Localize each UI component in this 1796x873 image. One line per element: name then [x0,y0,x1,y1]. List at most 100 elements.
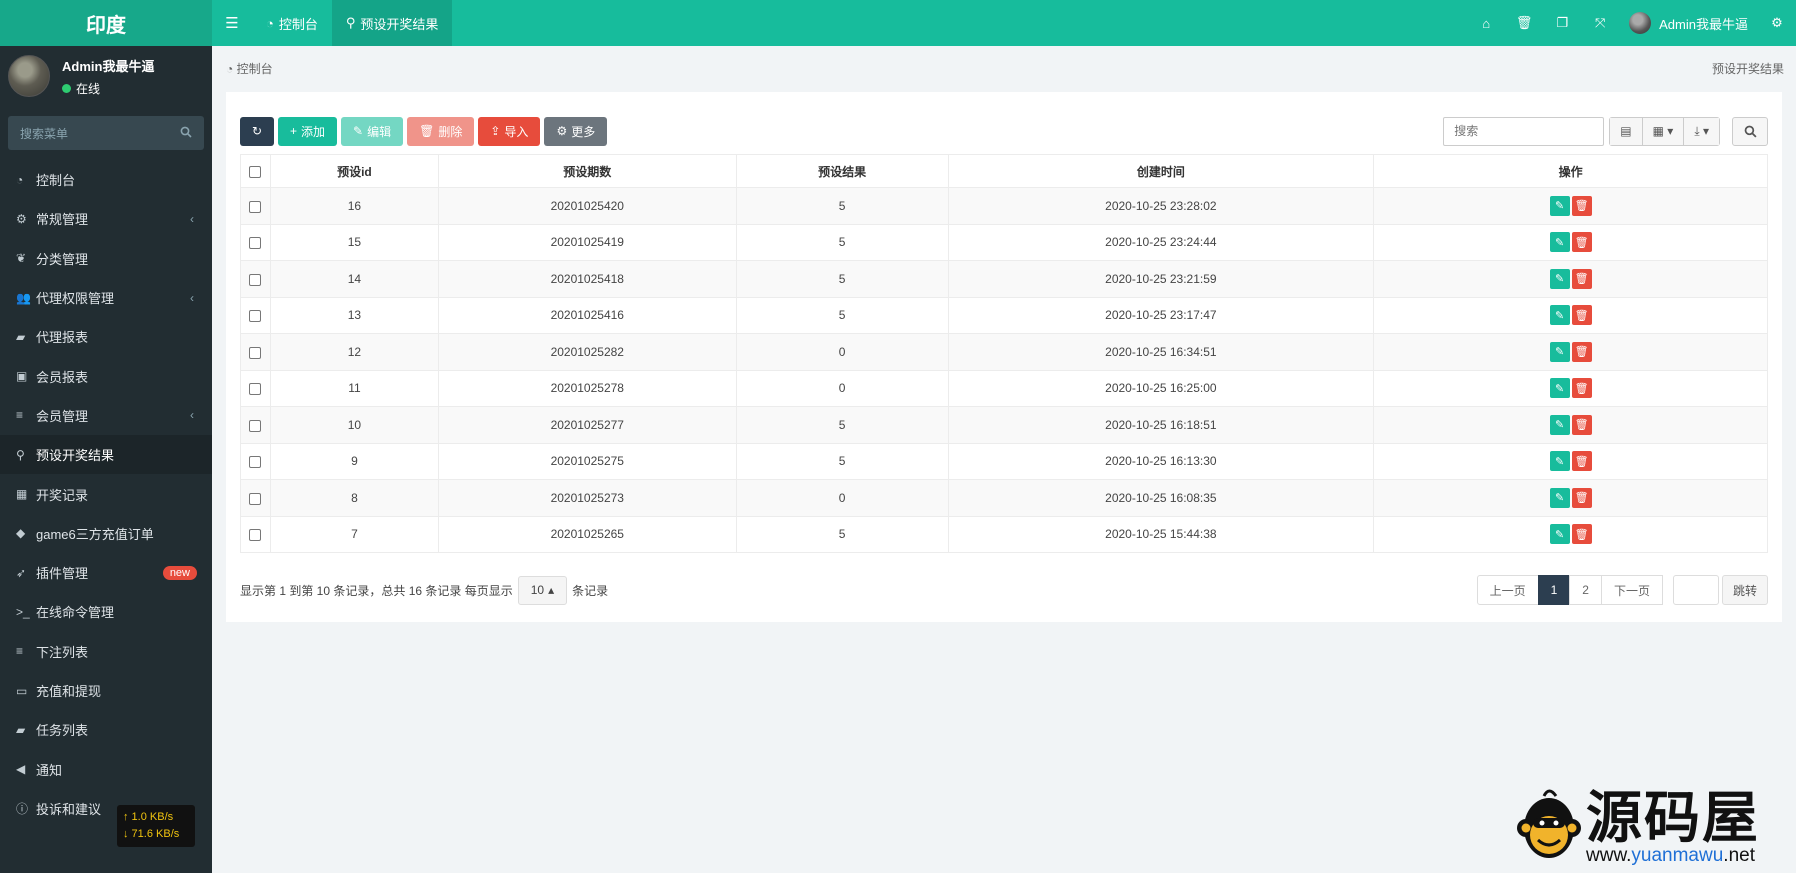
next-page-button[interactable]: 下一页 [1600,575,1663,605]
table-cell: 15 [269,223,439,261]
row-delete-button[interactable]: 🗑 [1571,378,1592,399]
settings-icon[interactable]: ⚙ [1758,15,1796,31]
sidebar-item-3[interactable]: 👥 代理权限管理 ‹ [0,278,212,317]
row-edit-button[interactable]: ✎ [1549,305,1570,326]
trash-icon[interactable]: 🗑 [1505,15,1543,31]
jump-button[interactable]: 跳转 [1721,575,1768,605]
tab-preset-results[interactable]: ⚲ 预设开奖结果 [331,0,453,46]
sidebar-item-7[interactable]: ⚲ 预设开奖结果 [0,435,212,475]
row-checkbox[interactable] [249,273,262,286]
row-delete-button[interactable]: 🗑 [1571,524,1592,545]
refresh-button[interactable]: ↻ [240,116,274,146]
sidebar-item-2[interactable]: ❦ 分类管理 [0,239,212,278]
monkey-logo-icon [1517,789,1581,858]
row-edit-button[interactable]: ✎ [1549,451,1570,472]
row-actions: ✎ 🗑 [1373,296,1768,334]
table-row: 16 20201025420 5 2020-10-25 23:28:02 ✎ 🗑 [240,187,1768,225]
sidebar-item-4[interactable]: ▰ 代理报表 [0,317,212,356]
edit-button[interactable]: ✎ 编辑 [341,116,404,146]
chevron-left-icon: ‹ [190,290,194,305]
row-delete-button[interactable]: 🗑 [1571,341,1592,362]
row-edit-button[interactable]: ✎ [1549,232,1570,253]
card-view-icon[interactable]: ▤ [1610,117,1643,145]
sidebar-item-13[interactable]: ▭ 充值和提现 [0,671,212,710]
docs-icon[interactable]: ❐ [1543,15,1581,31]
row-checkbox[interactable] [249,346,262,359]
chevron-left-icon: ‹ [190,211,194,226]
export-icon[interactable]: ⤓ ▾ [1684,117,1719,145]
row-checkbox[interactable] [249,237,262,250]
row-edit-button[interactable]: ✎ [1549,524,1570,545]
row-edit-button[interactable]: ✎ [1549,378,1570,399]
table-cell: 7 [269,515,439,553]
add-button[interactable]: + 添加 [278,116,338,146]
row-checkbox[interactable] [249,419,262,432]
sidebar-item-label: 投诉和建议 [36,801,102,817]
table-panel: ↻ +添加 ✎编辑 🗑删除 ⇪导入 ⚙更多 ▤ ▦ ▾ ⤓ ▾ [226,92,1782,622]
columns-icon[interactable]: ▦ ▾ [1642,117,1685,145]
menu-toggle-icon[interactable]: ☰ [212,14,252,32]
sidebar-item-6[interactable]: ≡ 会员管理 ‹ [0,396,212,435]
logo[interactable]: 印度 [0,0,212,46]
search-icon[interactable] [180,126,192,141]
row-delete-button[interactable]: 🗑 [1571,487,1592,508]
column-header[interactable]: 预设期数 [437,154,737,188]
row-checkbox[interactable] [249,492,262,505]
row-edit-button[interactable]: ✎ [1549,268,1570,289]
column-header[interactable]: 预设id [269,154,439,188]
row-checkbox[interactable] [249,383,262,396]
sidebar-item-14[interactable]: ▰ 任务列表 [0,710,212,749]
sidebar-item-12[interactable]: ≡ 下注列表 [0,632,212,671]
sidebar-item-11[interactable]: >_ 在线命令管理 [0,592,212,631]
menu-search-input[interactable]: 搜索菜单 [8,116,204,150]
table-cell: 20201025275 [437,442,737,480]
sidebar-item-8[interactable]: ▦ 开奖记录 [0,474,212,513]
advanced-search-button[interactable] [1732,116,1768,146]
watermark-title: 源码屋 [1586,786,1760,849]
jump-page-input[interactable] [1672,575,1719,605]
import-button[interactable]: ⇪ 导入 [478,116,541,146]
sidebar-item-label: 任务列表 [36,723,89,739]
row-checkbox[interactable] [249,456,262,469]
page-size-select[interactable]: 10 ▴ [517,575,568,605]
row-delete-button[interactable]: 🗑 [1571,414,1592,435]
row-edit-button[interactable]: ✎ [1549,195,1570,216]
sidebar-item-5[interactable]: ▣ 会员报表 [0,356,212,395]
row-edit-button[interactable]: ✎ [1549,487,1570,508]
row-delete-button[interactable]: 🗑 [1571,195,1592,216]
column-header[interactable]: 创建时间 [947,154,1375,188]
page-2-button[interactable]: 2 [1569,575,1602,605]
table-row: 11 20201025278 0 2020-10-25 16:25:00 ✎ 🗑 [240,369,1768,407]
delete-button[interactable]: 🗑 删除 [407,116,475,146]
top-user-menu[interactable]: Admin我最牛逼 [1619,12,1758,34]
row-checkbox[interactable] [249,200,262,213]
table-search-input[interactable] [1443,116,1605,146]
fullscreen-icon[interactable]: ⤧ [1581,15,1619,31]
row-delete-button[interactable]: 🗑 [1571,305,1592,326]
row-checkbox[interactable] [249,310,262,323]
row-actions: ✎ 🗑 [1373,223,1768,261]
sidebar-item-0[interactable]: ◔ 控制台 [0,160,212,199]
row-delete-button[interactable]: 🗑 [1571,232,1592,253]
row-edit-button[interactable]: ✎ [1549,414,1570,435]
table-cell: 5 [735,515,949,553]
sidebar-item-9[interactable]: ◆ game6三方充值订单 [0,514,212,553]
select-all-checkbox[interactable] [249,165,262,178]
row-delete-button[interactable]: 🗑 [1571,268,1592,289]
group-icon: 👥 [16,290,31,305]
breadcrumb-home[interactable]: ◔ 控制台 [226,60,273,77]
sidebar-item-10[interactable]: ➶ 插件管理 new [0,553,212,592]
tab-dashboard[interactable]: ◔ 控制台 [252,0,332,46]
row-checkbox[interactable] [249,529,262,542]
sidebar-item-1[interactable]: ⚙ 常规管理 ‹ [0,199,212,238]
column-header[interactable]: 预设结果 [735,154,949,188]
row-delete-button[interactable]: 🗑 [1571,451,1592,472]
sidebar-item-15[interactable]: ◀ 通知 [0,749,212,788]
home-icon[interactable]: ⌂ [1467,16,1505,31]
prev-page-button[interactable]: 上一页 [1476,575,1539,605]
more-button[interactable]: ⚙ 更多 [544,116,608,146]
breadcrumb-current: 预设开奖结果 [1711,61,1784,76]
page-1-button[interactable]: 1 [1537,575,1571,605]
row-edit-button[interactable]: ✎ [1549,341,1570,362]
list-icon: ≡ [16,644,24,659]
